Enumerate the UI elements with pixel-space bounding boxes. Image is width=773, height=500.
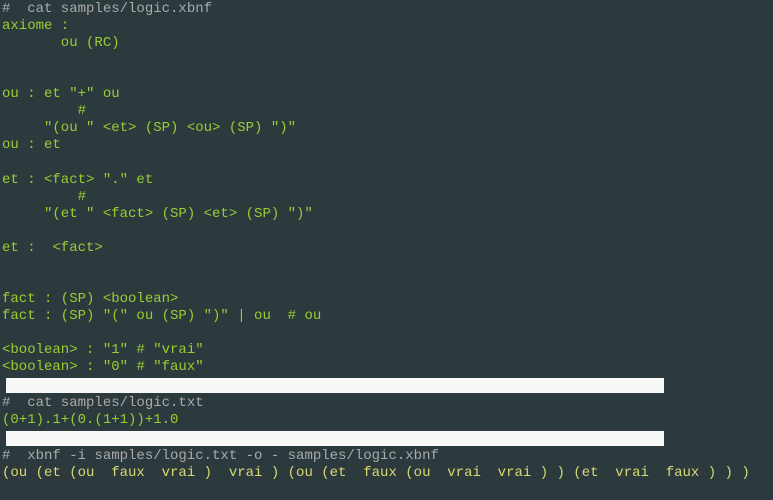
terminal-line: # cat samples/logic.txt (2, 395, 771, 412)
terminal-line (2, 274, 771, 291)
terminal-line: ou : et (2, 137, 771, 154)
terminal-line: ou (RC) (2, 35, 771, 52)
terminal-line: # xbnf -i samples/logic.txt -o - samples… (2, 448, 771, 465)
terminal-line (2, 52, 771, 69)
terminal-line: axiome : (2, 18, 771, 35)
terminal-line: fact : (SP) <boolean> (2, 291, 771, 308)
terminal-line: # (2, 189, 771, 206)
terminal-line (2, 223, 771, 240)
terminal-line: et : <fact> "." et (2, 172, 771, 189)
prompt-highlight-block (6, 378, 664, 393)
terminal-line: <boolean> : "1" # "vrai" (2, 342, 771, 359)
terminal-line (2, 69, 771, 86)
terminal-line: fact : (SP) "(" ou (SP) ")" | ou # ou (2, 308, 771, 325)
terminal-line: "(ou " <et> (SP) <ou> (SP) ")" (2, 120, 771, 137)
prompt-highlight-block (6, 431, 664, 446)
terminal-line: (ou (et (ou faux vrai ) vrai ) (ou (et f… (2, 465, 771, 482)
terminal-line: (0+1).1+(0.(1+1))+1.0 (2, 412, 771, 429)
terminal-line: "(et " <fact> (SP) <et> (SP) ")" (2, 206, 771, 223)
terminal-line: # cat samples/logic.xbnf (2, 1, 771, 18)
terminal-output: # cat samples/logic.xbnfaxiome : ou (RC)… (2, 1, 771, 482)
terminal-line: <boolean> : "0" # "faux" (2, 359, 771, 376)
terminal-line: # (2, 103, 771, 120)
terminal-line (2, 155, 771, 172)
terminal-line (2, 325, 771, 342)
terminal-line (2, 257, 771, 274)
terminal-line: ou : et "+" ou (2, 86, 771, 103)
terminal-line: et : <fact> (2, 240, 771, 257)
